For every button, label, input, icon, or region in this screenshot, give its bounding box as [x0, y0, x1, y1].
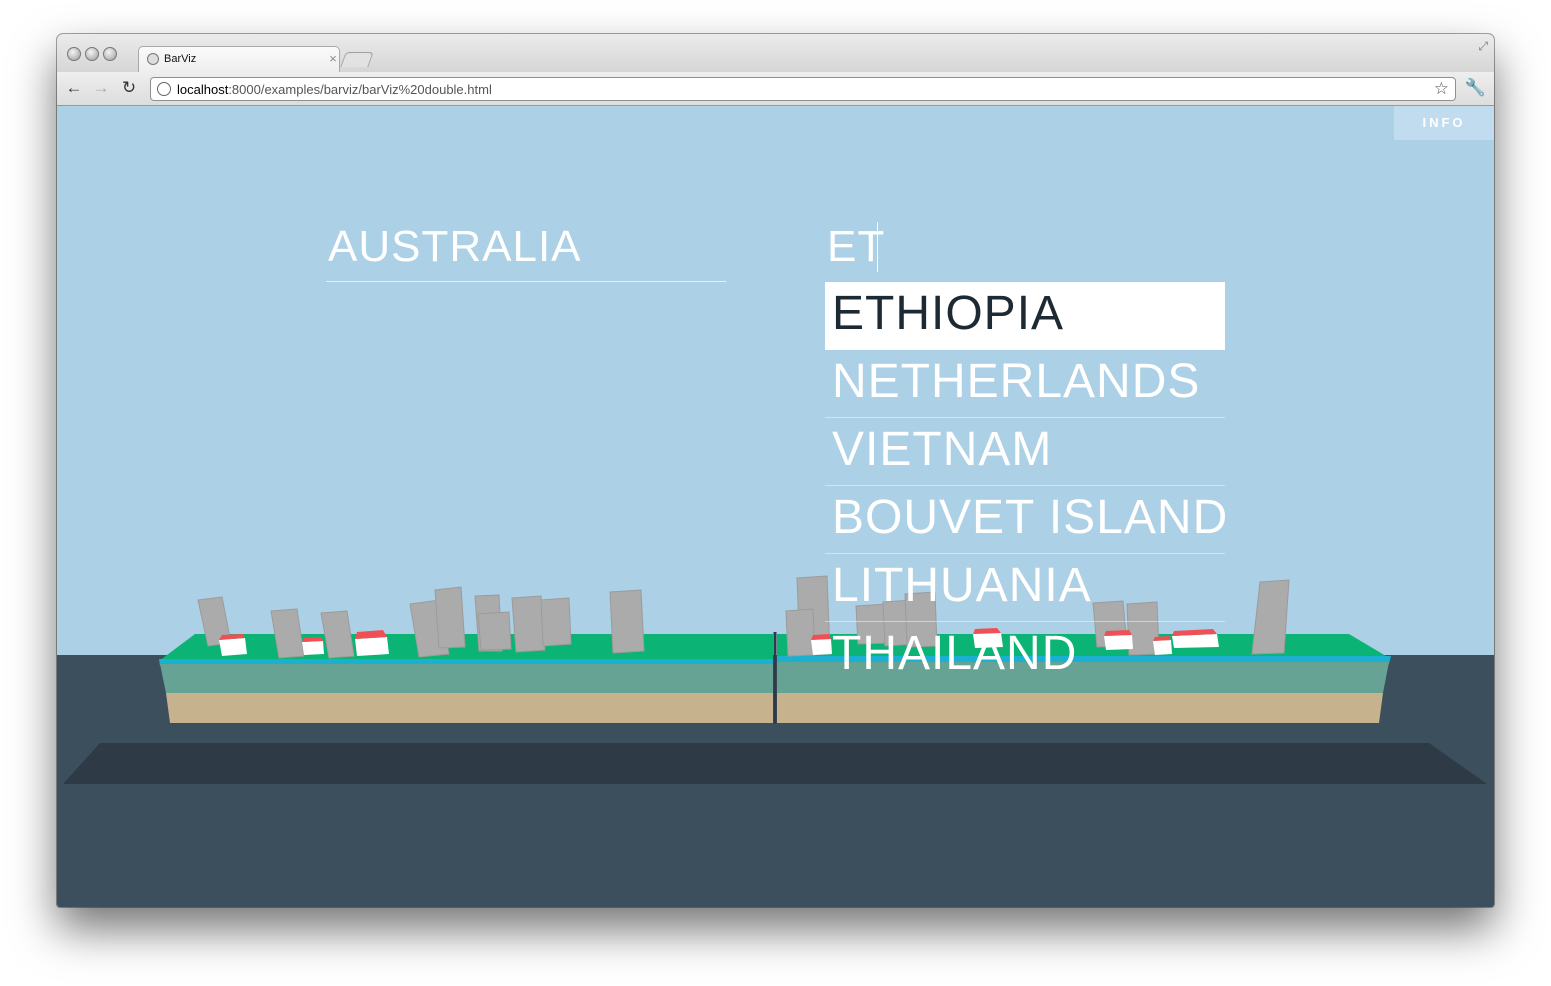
country-field-left[interactable]: AUSTRALIA	[326, 218, 726, 282]
info-button[interactable]: INFO	[1394, 106, 1494, 140]
browser-window: BarViz × ⤢ ← → ↻ localhost:8000/examples…	[57, 34, 1494, 907]
wrench-icon[interactable]: 🔧	[1465, 78, 1486, 98]
text-cursor	[877, 222, 878, 272]
suggestion-item[interactable]: NETHERLANDS	[825, 350, 1225, 418]
new-tab-button[interactable]	[340, 52, 374, 67]
suggestion-item[interactable]: VIETNAM	[825, 418, 1225, 486]
tab-close-icon[interactable]: ×	[325, 51, 341, 67]
suggestion-item[interactable]: LITHUANIA	[825, 554, 1225, 622]
tab-title: BarViz	[164, 53, 197, 65]
globe-icon	[157, 82, 171, 96]
star-icon[interactable]: ☆	[1434, 79, 1449, 99]
country-field-right[interactable]: ET	[825, 218, 1225, 282]
address-bar[interactable]: localhost:8000/examples/barviz/barViz%20…	[150, 77, 1456, 101]
suggestion-item[interactable]: ETHIOPIA	[825, 282, 1225, 350]
toolbar: ← → ↻ localhost:8000/examples/barviz/bar…	[57, 72, 1494, 106]
suggestion-list: ETHIOPIA NETHERLANDS VIETNAM BOUVET ISLA…	[825, 282, 1227, 689]
url-text: localhost:8000/examples/barviz/barViz%20…	[177, 82, 492, 97]
close-window-button[interactable]	[67, 47, 81, 61]
back-icon[interactable]: ←	[63, 78, 85, 98]
globe-icon	[147, 53, 159, 65]
suggestion-item[interactable]: BOUVET ISLAND	[825, 486, 1227, 554]
forward-icon[interactable]: →	[90, 78, 112, 98]
fullscreen-icon[interactable]: ⤢	[1478, 39, 1488, 54]
title-bar: BarViz × ⤢	[57, 34, 1494, 73]
zoom-window-button[interactable]	[103, 47, 117, 61]
minimize-window-button[interactable]	[85, 47, 99, 61]
houses-left	[219, 630, 389, 656]
bar-block-left	[159, 634, 773, 723]
tab-barviz[interactable]: BarViz ×	[138, 46, 340, 73]
country-left-label: AUSTRALIA	[328, 222, 582, 271]
reload-icon[interactable]: ↻	[118, 78, 140, 98]
3d-scene	[57, 575, 1494, 907]
page-viewport: INFO AUSTRALIA ET ETHIOPIA NETHERLANDS V…	[57, 106, 1494, 907]
suggestion-item[interactable]: THAILAND	[825, 622, 1225, 689]
table-shadow	[63, 743, 1487, 784]
